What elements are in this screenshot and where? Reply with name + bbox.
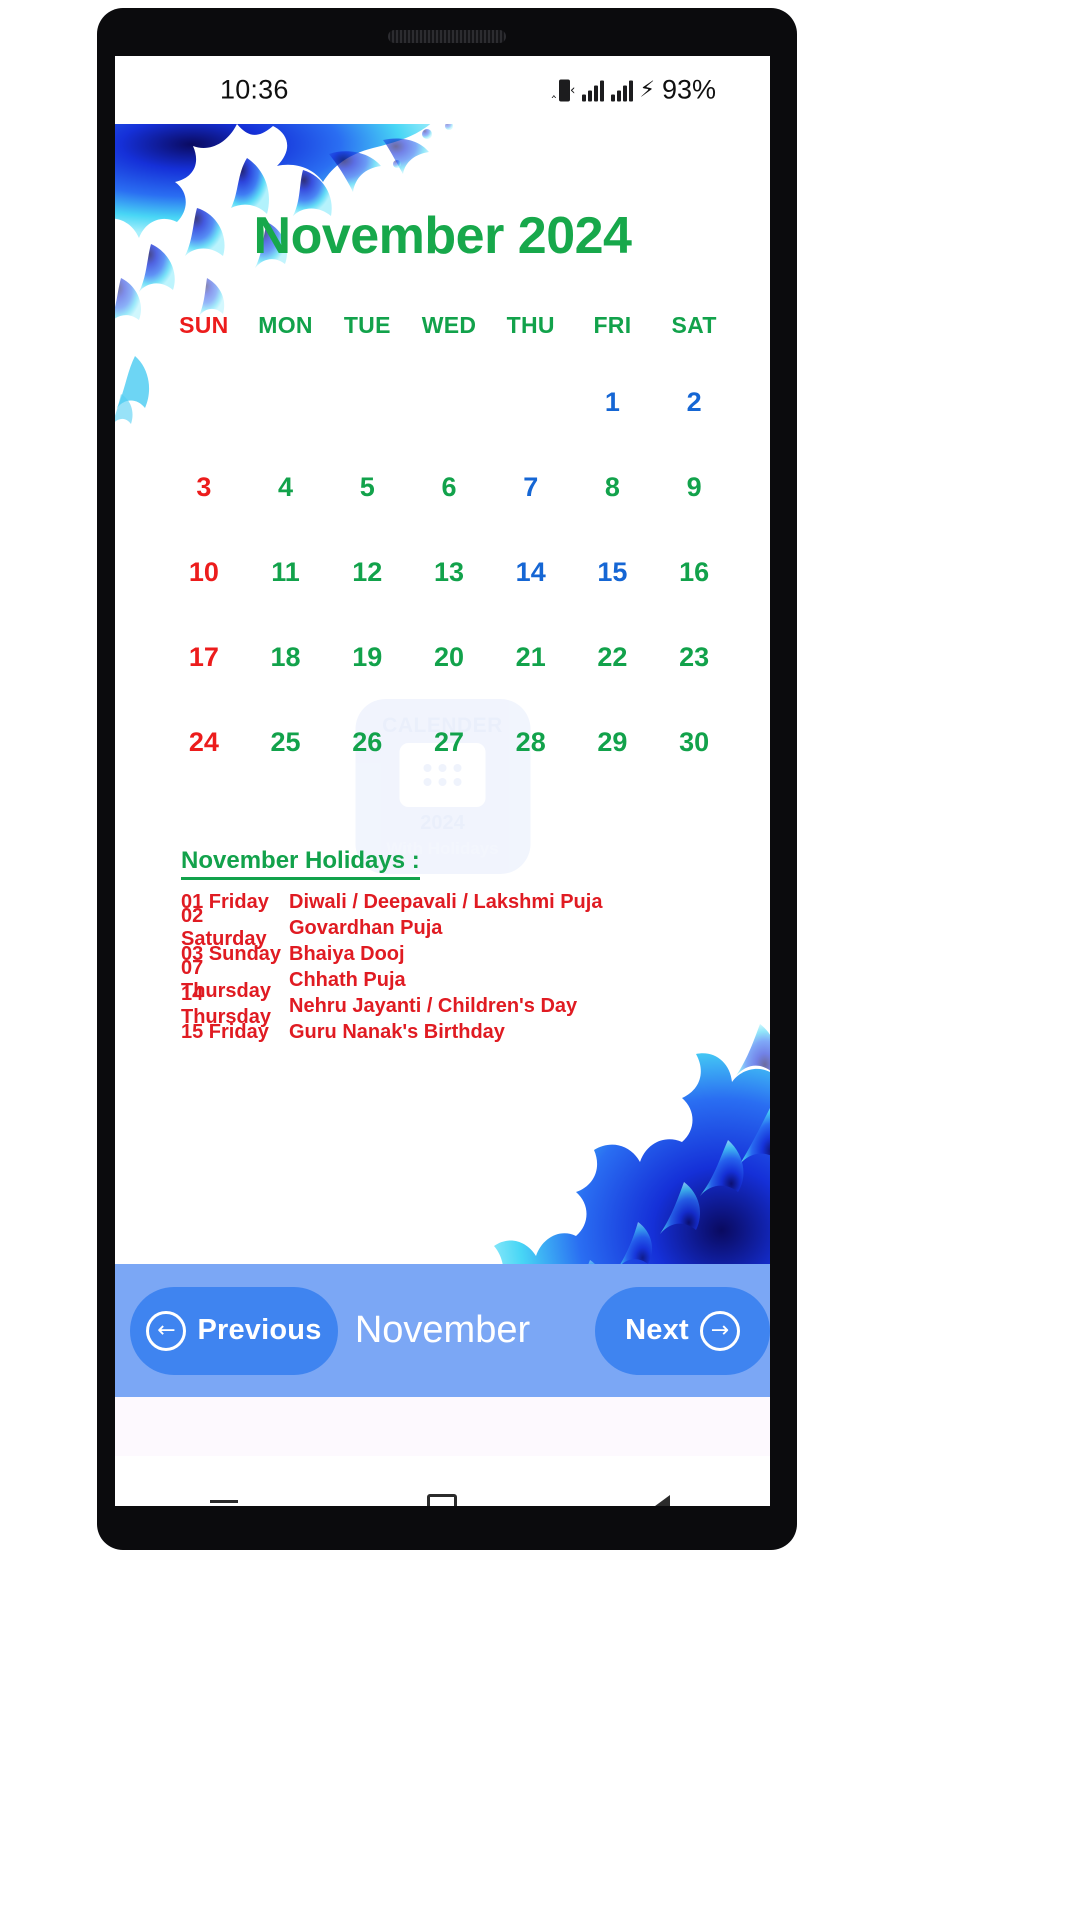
status-bar-clock: 10:36 bbox=[220, 74, 289, 105]
calendar-day-5[interactable]: 5 bbox=[326, 445, 408, 530]
home-square-icon[interactable] bbox=[419, 1486, 465, 1506]
calendar-day-10[interactable]: 10 bbox=[163, 530, 245, 615]
calendar-day-22[interactable]: 22 bbox=[572, 615, 654, 700]
calendar-day-16[interactable]: 16 bbox=[653, 530, 735, 615]
calendar-day-3[interactable]: 3 bbox=[163, 445, 245, 530]
phone-speaker-grille bbox=[388, 30, 506, 43]
calendar-day-11[interactable]: 11 bbox=[245, 530, 327, 615]
calendar-day-25[interactable]: 25 bbox=[245, 700, 327, 785]
holiday-row: 14 Thursday Nehru Jayanti / Children's D… bbox=[181, 983, 701, 1028]
holiday-row: 02 Saturday Govardhan Puja bbox=[181, 905, 701, 950]
menu-icon[interactable] bbox=[201, 1486, 247, 1507]
status-bar: 10:36 ‸ ‹ ⚡ 93% bbox=[115, 56, 770, 124]
calendar-cell bbox=[408, 360, 490, 445]
weekday-label-wed: WED bbox=[421, 312, 477, 338]
holiday-name: Chhath Puja bbox=[289, 968, 406, 991]
android-system-navigation-bar bbox=[115, 1456, 770, 1506]
month-navigation-bar: ← Previous November Next → bbox=[115, 1264, 770, 1397]
holiday-name: Nehru Jayanti / Children's Day bbox=[289, 994, 578, 1017]
arrow-left-circle-icon: ← bbox=[146, 1310, 187, 1351]
weekday-label-fri: FRI bbox=[593, 312, 632, 338]
weekday-header-row: SUN MON TUE WED THU FRI SAT bbox=[163, 312, 735, 339]
calendar-cell bbox=[326, 360, 408, 445]
calendar-day-23[interactable]: 23 bbox=[653, 615, 735, 700]
calendar-day-28[interactable]: 28 bbox=[490, 700, 572, 785]
arrow-right-circle-icon: → bbox=[699, 1310, 740, 1351]
fractal-snowflake-decoration-left-small bbox=[115, 356, 150, 424]
calendar-date-grid: 1 2 3 4 5 6 7 8 9 10 11 12 13 14 15 16 1… bbox=[163, 360, 735, 785]
watermark-year: 2024 bbox=[420, 812, 465, 834]
calendar-day-9[interactable]: 9 bbox=[653, 445, 735, 530]
calendar-day-7[interactable]: 7 bbox=[490, 445, 572, 530]
status-bar-icons: ‸ ‹ ⚡ 93% bbox=[552, 74, 717, 106]
calendar-day-17[interactable]: 17 bbox=[163, 615, 245, 700]
calendar-day-21[interactable]: 21 bbox=[490, 615, 572, 700]
calendar-day-19[interactable]: 19 bbox=[326, 615, 408, 700]
calendar-day-15[interactable]: 15 bbox=[572, 530, 654, 615]
calendar-day-4[interactable]: 4 bbox=[245, 445, 327, 530]
holiday-name: Guru Nanak's Birthday bbox=[289, 1020, 505, 1043]
charging-bolt-icon: ⚡ bbox=[639, 77, 655, 102]
next-month-button[interactable]: Next → bbox=[595, 1286, 770, 1375]
calendar-day-2[interactable]: 2 bbox=[653, 360, 735, 445]
calendar-page: November 2024 SUN MON TUE WED THU FRI SA… bbox=[115, 124, 770, 1264]
right-white-margin bbox=[795, 0, 1080, 1920]
holiday-name: Bhaiya Dooj bbox=[289, 942, 405, 965]
holidays-heading: November Holidays : bbox=[181, 847, 420, 880]
signal-bars-icon-sim2 bbox=[610, 79, 633, 101]
weekday-label-sat: SAT bbox=[671, 312, 717, 338]
calendar-day-24[interactable]: 24 bbox=[163, 700, 245, 785]
holiday-name: Govardhan Puja bbox=[289, 916, 443, 939]
weekday-label-sun: SUN bbox=[179, 312, 229, 338]
phone-screen: 10:36 ‸ ‹ ⚡ 93% November 2024 SUN MON TU… bbox=[115, 56, 770, 1506]
calendar-cell bbox=[490, 360, 572, 445]
holidays-list: 01 Friday Diwali / Deepavali / Lakshmi P… bbox=[181, 889, 701, 1045]
weekday-label-tue: TUE bbox=[343, 312, 391, 338]
calendar-day-14[interactable]: 14 bbox=[490, 530, 572, 615]
weekday-label-mon: MON bbox=[258, 312, 313, 338]
calendar-day-18[interactable]: 18 bbox=[245, 615, 327, 700]
signal-bars-icon-sim1 bbox=[581, 79, 604, 101]
holiday-row: 15 Friday Guru Nanak's Birthday bbox=[181, 1019, 701, 1045]
calendar-month-title: November 2024 bbox=[253, 207, 632, 265]
calendar-day-12[interactable]: 12 bbox=[326, 530, 408, 615]
calendar-day-26[interactable]: 26 bbox=[326, 700, 408, 785]
calendar-day-30[interactable]: 30 bbox=[653, 700, 735, 785]
previous-month-label: Previous bbox=[197, 1314, 322, 1346]
back-triangle-icon[interactable] bbox=[638, 1486, 684, 1506]
calendar-day-29[interactable]: 29 bbox=[572, 700, 654, 785]
left-white-margin bbox=[0, 0, 97, 1920]
calendar-cell bbox=[163, 360, 245, 445]
calendar-day-6[interactable]: 6 bbox=[408, 445, 490, 530]
holiday-name: Diwali / Deepavali / Lakshmi Puja bbox=[289, 890, 603, 913]
weekday-label-thu: THU bbox=[506, 312, 555, 338]
next-month-label: Next bbox=[625, 1314, 689, 1346]
calendar-day-13[interactable]: 13 bbox=[408, 530, 490, 615]
battery-percent-label: 93% bbox=[661, 74, 716, 105]
previous-month-button[interactable]: ← Previous bbox=[130, 1286, 338, 1375]
calendar-cell bbox=[245, 360, 327, 445]
calendar-day-20[interactable]: 20 bbox=[408, 615, 490, 700]
calendar-day-8[interactable]: 8 bbox=[572, 445, 654, 530]
vibrate-icon: ‸ ‹ bbox=[552, 77, 576, 103]
calendar-day-27[interactable]: 27 bbox=[408, 700, 490, 785]
calendar-day-1[interactable]: 1 bbox=[572, 360, 654, 445]
holiday-date: 15 Friday bbox=[181, 1020, 269, 1043]
